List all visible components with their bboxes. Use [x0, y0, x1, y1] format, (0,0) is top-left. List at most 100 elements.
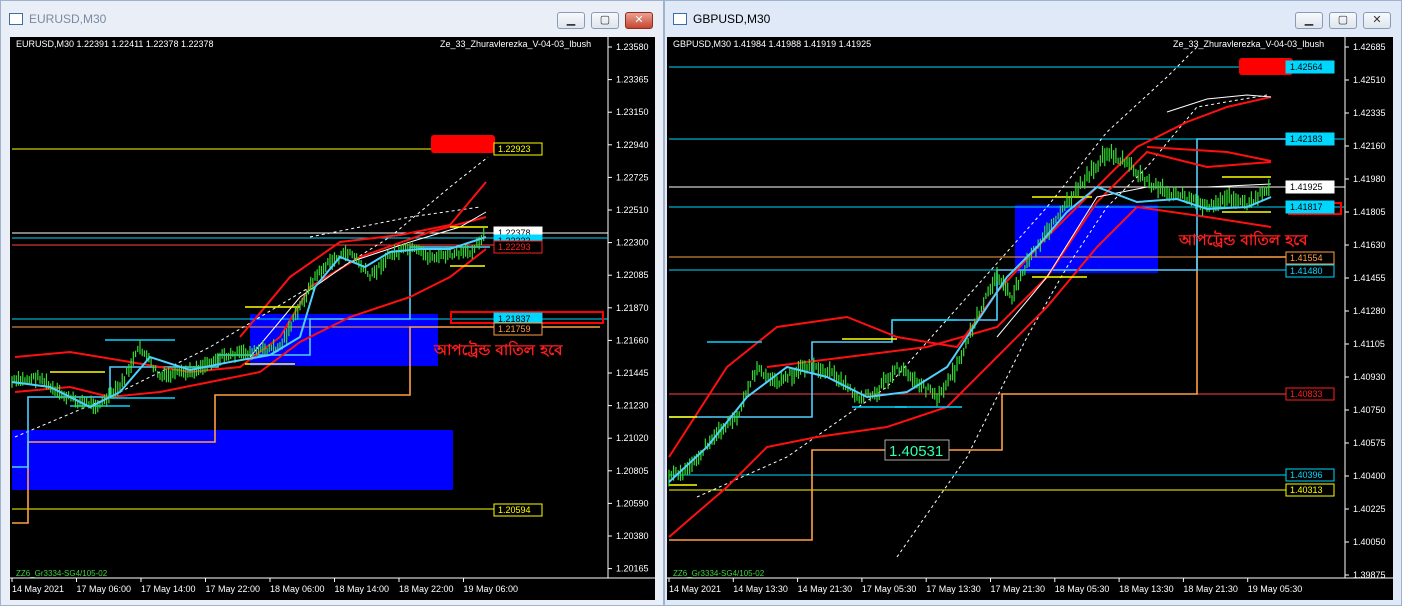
symbol-info: EURUSD,M30 1.22391 1.22411 1.22378 1.223… — [16, 39, 214, 49]
eurusd-chart[interactable]: 1.23580 1.23365 1.23150 1.22940 1.22725 1.225… — [10, 37, 655, 600]
target-marker — [1239, 58, 1293, 75]
price-axis-label: 1.21230 — [616, 401, 649, 411]
time-axis-label: 14 May 13:30 — [733, 584, 788, 594]
price-axis-label: 1.41105 — [1353, 339, 1385, 349]
time-axis-label: 18 May 21:30 — [1183, 584, 1238, 594]
close-button[interactable]: ✕ — [625, 12, 653, 29]
time-axis-label: 17 May 21:30 — [991, 584, 1046, 594]
price-axis-label: 1.22725 — [616, 172, 649, 182]
close-button[interactable]: ✕ — [1363, 12, 1391, 29]
time-axis-label: 18 May 06:00 — [270, 584, 325, 594]
price-axis-label: 1.41280 — [1353, 306, 1386, 316]
step-line — [669, 256, 1287, 541]
price-axis-label: 1.41455 — [1353, 273, 1386, 283]
price-level-label: 1.20594 — [498, 505, 531, 515]
price-axis-label: 1.23150 — [616, 107, 649, 117]
envelope-band — [239, 181, 487, 338]
price-axis-label: 1.21020 — [616, 433, 649, 443]
price-level-label: 1.21759 — [498, 324, 531, 334]
uptrend-cancel-annotation: আপট্রেন্ড বাতিল হবে — [434, 341, 563, 359]
price-level-label: 1.40396 — [1290, 470, 1323, 480]
indicator-name: Ze_33_Zhuravlerezka_V-04-03_Ibush — [440, 39, 592, 49]
price-axis-label: 1.41630 — [1353, 240, 1386, 250]
price-level-label: 1.42564 — [1290, 62, 1323, 72]
price-axis-label: 1.41980 — [1353, 174, 1386, 184]
price-axis-label: 1.42685 — [1353, 42, 1386, 52]
time-axis-label: 14 May 2021 — [12, 584, 64, 594]
price-axis-label: 1.22300 — [616, 238, 649, 248]
time-axis-label: 18 May 13:30 — [1119, 584, 1174, 594]
gbpusd-chart[interactable]: 1.42685 1.42510 1.42335 1.42160 1.41980 1.418… — [667, 37, 1393, 600]
eurusd-window: EURUSD,M30 ▁ ▢ ✕ 1.23580 1.23365 1.23150 1.… — [0, 0, 664, 606]
price-axis-label: 1.23580 — [616, 42, 649, 52]
minimize-button[interactable]: ▁ — [1295, 12, 1323, 29]
target-marker — [431, 135, 495, 153]
price-axis-label: 1.40750 — [1353, 405, 1386, 415]
indicator-name: Ze_33_Zhuravlerezka_V-04-03_Ibush — [1173, 39, 1325, 49]
channel-dashed-line — [896, 94, 1268, 558]
time-axis-label: 17 May 22:00 — [206, 584, 261, 594]
price-axis-label: 1.23365 — [616, 75, 649, 85]
indicator-footer: ZZ6_Gr3334-SG4/105-02 — [16, 569, 108, 578]
price-axis-label: 1.20165 — [616, 564, 649, 574]
zone-box — [12, 430, 453, 490]
price-axis-label: 1.21870 — [616, 303, 649, 313]
price-axis-label: 1.42510 — [1353, 75, 1386, 85]
price-axis-label: 1.40400 — [1353, 471, 1386, 481]
symbol-info: GBPUSD,M30 1.41984 1.41988 1.41919 1.419… — [673, 39, 872, 49]
window-title: GBPUSD,M30 — [693, 12, 771, 26]
price-axis-label: 1.21445 — [616, 368, 649, 378]
price-axis-label: 1.42160 — [1353, 141, 1386, 151]
chart-window-icon — [9, 13, 23, 25]
price-axis-label: 1.22940 — [616, 140, 649, 150]
gbpusd-window: GBPUSD,M30 ▁ ▢ ✕ 1.42685 1.42510 1.42335 1.… — [664, 0, 1402, 606]
price-level-label: 1.41554 — [1290, 253, 1323, 263]
price-level-label: 1.40313 — [1290, 485, 1323, 495]
price-axis-label: 1.20590 — [616, 498, 649, 508]
gbpusd-titlebar[interactable]: GBPUSD,M30 ▁ ▢ ✕ — [665, 1, 1401, 37]
price-axis-label: 1.20380 — [616, 531, 649, 541]
zone-box — [1015, 205, 1158, 273]
eurusd-titlebar[interactable]: EURUSD,M30 ▁ ▢ ✕ — [1, 1, 663, 37]
time-axis-label: 18 May 14:00 — [335, 584, 390, 594]
price-level-label: 1.42183 — [1290, 134, 1323, 144]
price-axis-label: 1.21660 — [616, 335, 649, 345]
time-axis-label: 14 May 2021 — [669, 584, 721, 594]
price-axis-label: 1.40225 — [1353, 504, 1386, 514]
time-axis-label: 14 May 21:30 — [798, 584, 853, 594]
window-title: EURUSD,M30 — [29, 12, 107, 26]
price-axis-label: 1.39875 — [1353, 570, 1386, 580]
price-level-label: 1.22293 — [498, 242, 531, 252]
envelope-band — [668, 96, 1272, 458]
price-level-label: 1.41817 — [1290, 202, 1323, 212]
time-axis-label: 18 May 22:00 — [399, 584, 454, 594]
indicator-footer: ZZ6_Gr3334-SG4/105-02 — [673, 569, 765, 578]
minimize-button[interactable]: ▁ — [557, 12, 585, 29]
price-level-label: 1.41480 — [1290, 266, 1323, 276]
eurusd-chart-canvas[interactable]: 1.23580 1.23365 1.23150 1.22940 1.22725 1.225… — [10, 37, 655, 600]
price-level-label: 1.22923 — [498, 144, 531, 154]
price-axis-label: 1.20805 — [616, 466, 649, 476]
time-axis-label: 19 May 06:00 — [464, 584, 519, 594]
time-axis-label: 17 May 05:30 — [862, 584, 917, 594]
price-axis-label: 1.41805 — [1353, 207, 1386, 217]
chart-window-icon — [673, 13, 687, 25]
price-axis-label: 1.40575 — [1353, 438, 1386, 448]
price-level-label: 1.40833 — [1290, 389, 1323, 399]
time-axis-label: 17 May 06:00 — [77, 584, 132, 594]
price-axis-label: 1.40050 — [1353, 537, 1386, 547]
envelope-band — [1146, 146, 1272, 162]
time-axis-label: 17 May 13:30 — [926, 584, 981, 594]
price-axis-label: 1.22510 — [616, 205, 649, 215]
price-axis-label: 1.40930 — [1353, 372, 1386, 382]
box-price-label: 1.40531 — [889, 443, 943, 460]
price-axis-label: 1.22085 — [616, 270, 649, 280]
time-axis-label: 18 May 05:30 — [1055, 584, 1110, 594]
maximize-button[interactable]: ▢ — [591, 12, 619, 29]
time-axis-label: 17 May 14:00 — [141, 584, 196, 594]
gbpusd-chart-canvas[interactable]: 1.42685 1.42510 1.42335 1.42160 1.41980 1.418… — [667, 37, 1393, 600]
uptrend-cancel-annotation: আপট্রেন্ড বাতিল হবে — [1179, 231, 1308, 249]
time-axis-label: 19 May 05:30 — [1248, 584, 1303, 594]
price-axis-label: 1.42335 — [1353, 108, 1386, 118]
maximize-button[interactable]: ▢ — [1329, 12, 1357, 29]
